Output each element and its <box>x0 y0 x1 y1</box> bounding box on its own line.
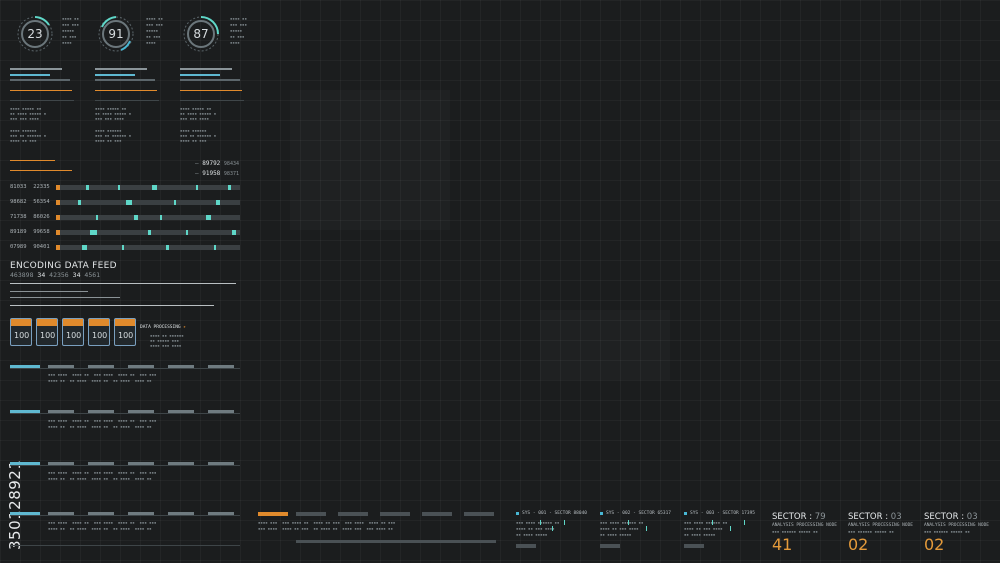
data-card: 100 <box>88 318 110 346</box>
sector-title: SECTOR : 79 <box>772 512 826 522</box>
readout-2: — 91958 98371 <box>195 170 239 177</box>
data-row: 98682 56354 <box>10 199 50 205</box>
data-card: 100 <box>114 318 136 346</box>
readout-secondary: 98371 <box>223 171 239 177</box>
sector-value: 02 <box>848 535 869 554</box>
readout-1: — 89792 98434 <box>195 160 239 167</box>
data-row: 71738 86026 <box>10 214 50 220</box>
gauge-side-text: ▪▪▪▪ ▪▪ ▪▪▪ ▪▪▪ ▪▪▪▪▪ ▪▪ ▪▪▪ ▪▪▪▪ <box>146 16 163 45</box>
data-row: 81033 22335 <box>10 184 50 190</box>
data-row: 07989 90401 <box>10 244 50 250</box>
data-card: 100 <box>36 318 58 346</box>
data-row-bar <box>56 245 240 250</box>
data-row-bar <box>56 185 240 190</box>
readout-primary: 89792 <box>202 160 221 167</box>
gauge-3: 87 <box>182 15 220 53</box>
gauge-value: 91 <box>108 27 124 41</box>
gauge-side-text: ▪▪▪▪ ▪▪ ▪▪▪ ▪▪▪ ▪▪▪▪▪ ▪▪ ▪▪▪ ▪▪▪▪ <box>230 16 247 45</box>
gauge-side-text: ▪▪▪▪ ▪▪ ▪▪▪ ▪▪▪ ▪▪▪▪▪ ▪▪ ▪▪▪ ▪▪▪▪ <box>62 16 79 45</box>
gauge-value: 87 <box>193 27 209 41</box>
processing-label: DATA PROCESSING ▸ <box>140 325 187 330</box>
sector-title: SECTOR : 03 <box>848 512 902 522</box>
watermark-id: 350128921 <box>6 459 24 550</box>
sector-value: 02 <box>924 535 945 554</box>
feed-line <box>10 297 120 298</box>
system-label: SYS - 001 - SECTOR 88040 <box>522 511 588 516</box>
data-row: 89189 99658 <box>10 229 50 235</box>
gauge-2: 91 <box>97 15 135 53</box>
background-panel <box>290 90 450 230</box>
data-row-bar <box>56 230 240 235</box>
sector-subtitle: ANALYSIS PROCESSING NODE <box>924 523 990 528</box>
sector-value: 41 <box>772 535 793 554</box>
background-panel <box>850 110 1000 240</box>
gauge-value: 23 <box>27 27 43 41</box>
sector-title: SECTOR : 03 <box>924 512 978 522</box>
background-panel <box>540 310 670 380</box>
data-card: 100 <box>62 318 84 346</box>
system-label: SYS - 003 - SECTOR 17395 <box>690 511 756 516</box>
readout-secondary: 98434 <box>223 161 239 167</box>
feed-line <box>10 291 88 292</box>
sector-subtitle: ANALYSIS PROCESSING NODE <box>772 523 838 528</box>
readout-primary: 91958 <box>202 170 221 177</box>
system-label: SYS - 002 - SECTOR 65317 <box>606 511 672 516</box>
gauge-1: 23 <box>16 15 54 53</box>
feed-line <box>10 283 236 284</box>
data-row-bar <box>56 200 240 205</box>
encoding-feed-title: ENCODING DATA FEED <box>10 261 117 271</box>
sector-subtitle: ANALYSIS PROCESSING NODE <box>848 523 914 528</box>
encoding-feed-numbers: 463898 34 42356 34 4561 <box>10 271 101 279</box>
processing-details: ▪▪▪▪ ▪▪ ▪▪▪▪▪▪ ▪▪ ▪▪▪▪▪ ▪▪▪ ▪▪▪▪ ▪▪▪ ▪▪▪▪ <box>150 333 184 348</box>
data-row-bar <box>56 215 240 220</box>
feed-line <box>10 305 214 306</box>
